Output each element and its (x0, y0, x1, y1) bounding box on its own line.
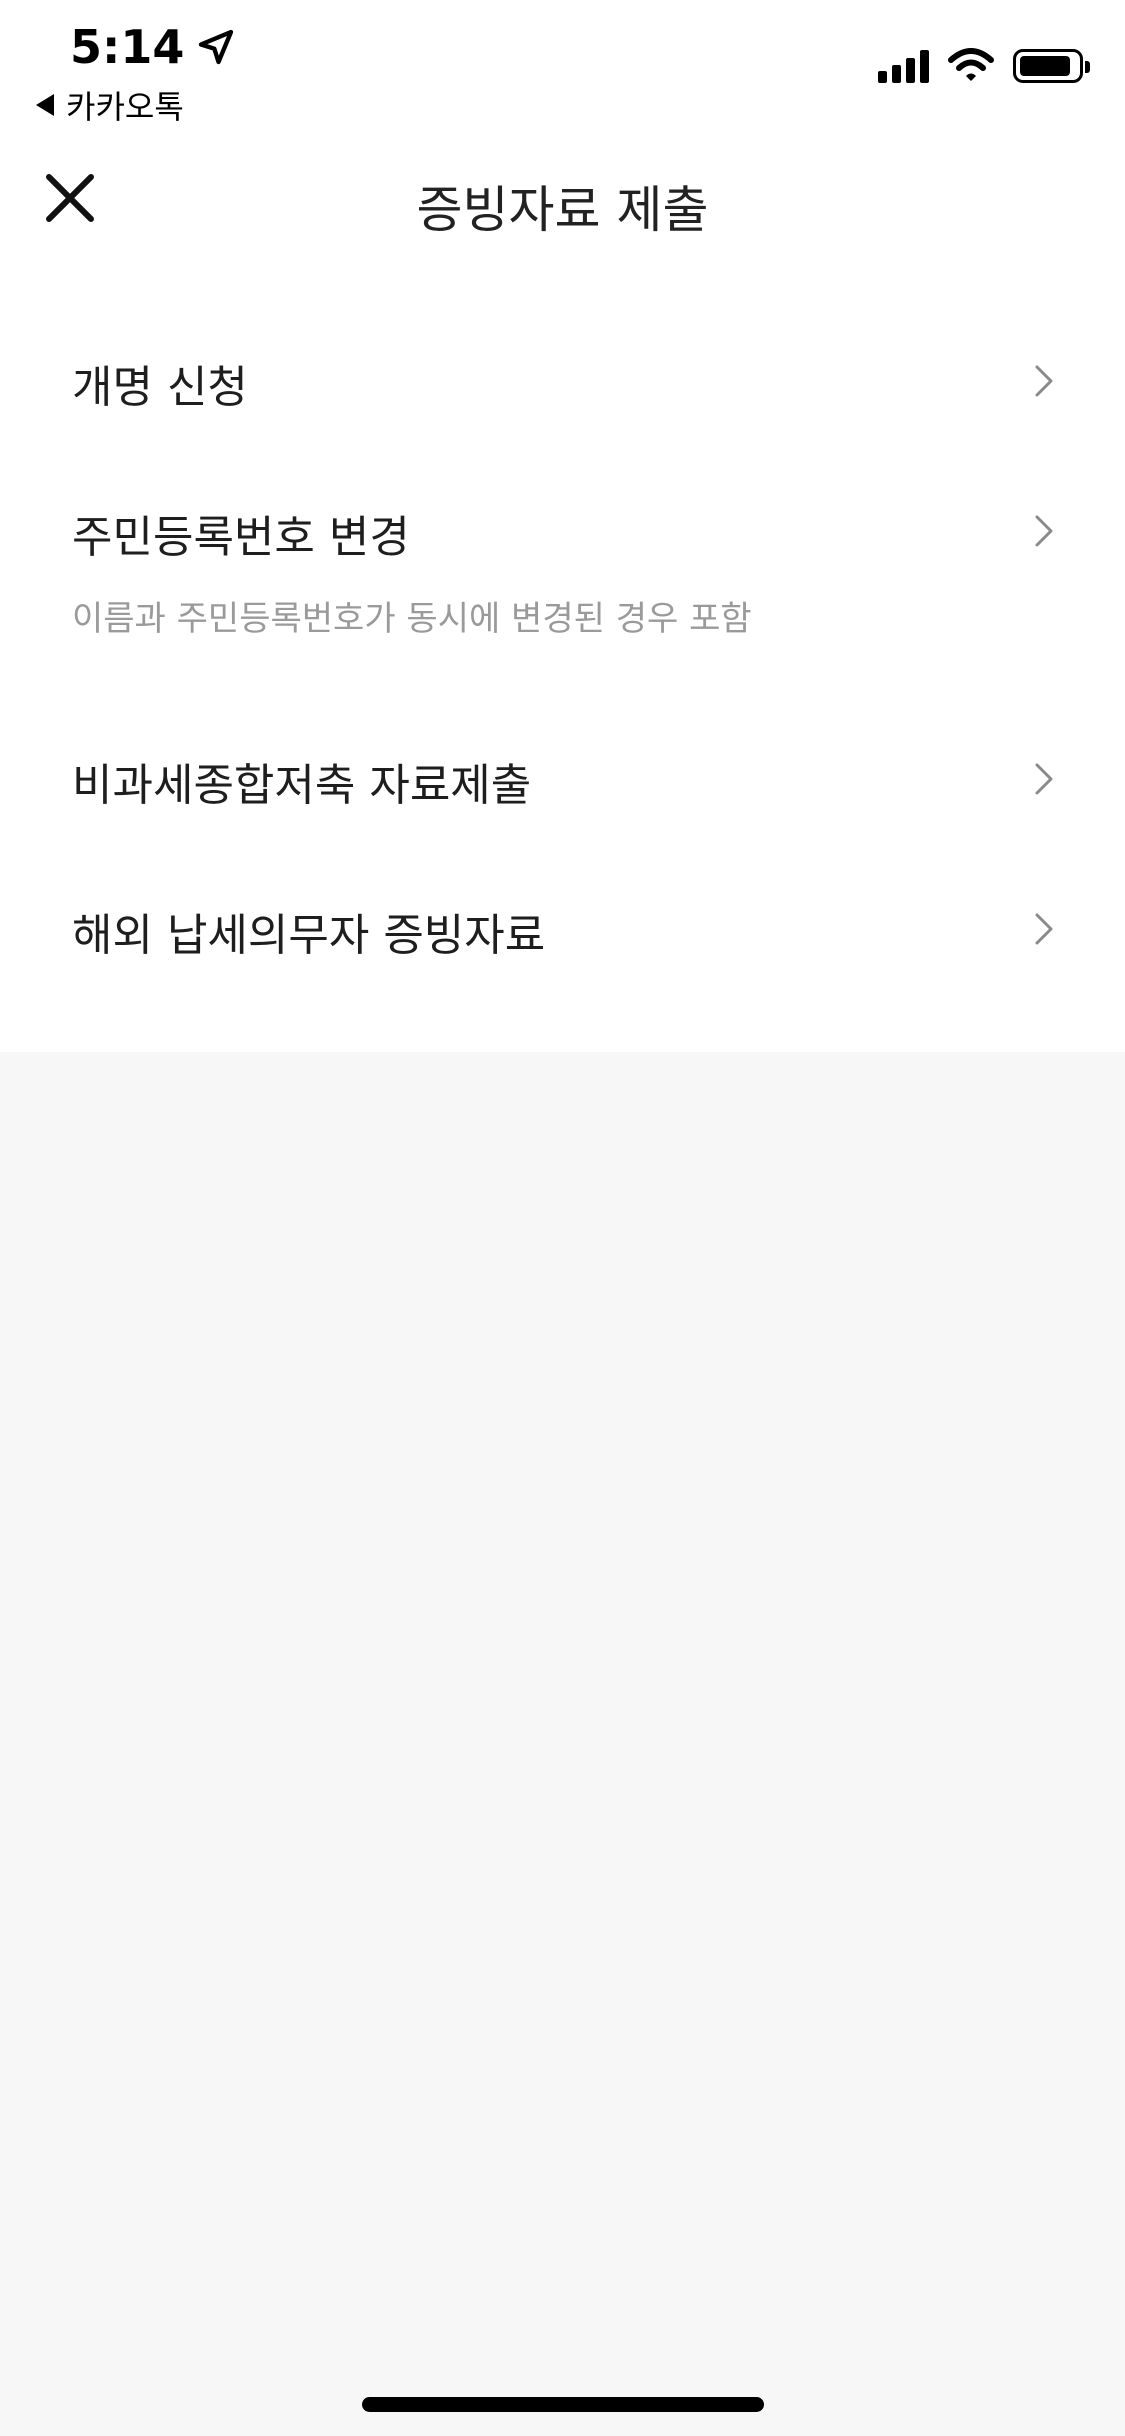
menu-item-label: 주민등록번호 변경 (72, 512, 410, 563)
wifi-icon (948, 48, 994, 81)
page-title: 증빙자료 제출 (416, 181, 709, 239)
status-time: 5:14 (70, 20, 185, 74)
chevron-right-icon (1035, 763, 1053, 795)
battery-icon (1013, 49, 1090, 83)
home-indicator[interactable] (362, 2397, 764, 2412)
content-area: 5:14 카카오톡 증빙자료 제출 개명 신청 주민등록번호 변경 이름과 주민… (0, 0, 1125, 1052)
location-arrow-icon (199, 29, 234, 65)
menu-item-description: 이름과 주민등록번호가 동시에 변경된 경우 포함 (72, 599, 752, 639)
chevron-right-icon (1035, 515, 1053, 547)
back-triangle-icon (36, 94, 54, 116)
battery-level (1020, 56, 1071, 76)
menu-item-tax-free-savings[interactable]: 비과세종합저축 자료제출 (0, 703, 1125, 853)
menu-item-label: 개명 신청 (72, 362, 248, 413)
signal-icon (878, 49, 929, 83)
chevron-right-icon (1035, 913, 1053, 945)
navigation-bar: 증빙자료 제출 (0, 150, 1125, 250)
menu-item-label: 비과세종합저축 자료제출 (72, 760, 532, 811)
menu-item-overseas-taxpayer[interactable]: 해외 납세의무자 증빙자료 (0, 853, 1125, 1003)
status-bar: 5:14 카카오톡 (0, 0, 1125, 130)
status-clock: 5:14 (70, 20, 236, 74)
system-icons (878, 48, 1090, 84)
menu-item-resident-number-change[interactable]: 주민등록번호 변경 이름과 주민등록번호가 동시에 변경된 경우 포함 (0, 455, 1125, 685)
menu-item-name-change[interactable]: 개명 신청 (0, 305, 1125, 455)
back-app-label: 카카오톡 (66, 88, 184, 126)
back-to-app-link[interactable]: 카카오톡 (36, 82, 184, 128)
menu-item-label: 해외 납세의무자 증빙자료 (72, 910, 546, 961)
chevron-right-icon (1035, 365, 1053, 397)
